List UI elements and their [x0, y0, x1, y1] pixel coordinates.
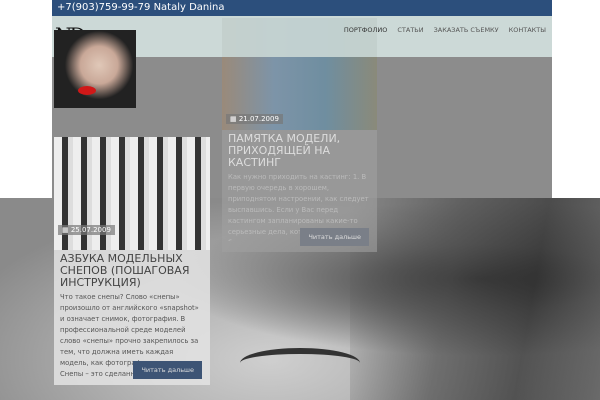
post-title[interactable]: ПАМЯТКА МОДЕЛИ, ПРИХОДЯЩЕЙ НА КАСТИНГ [222, 130, 377, 169]
read-more-button[interactable]: Читать дальше [300, 228, 369, 246]
model-portrait [54, 30, 136, 108]
nav-articles[interactable]: СТАТЬИ [397, 26, 423, 34]
nav-portfolio[interactable]: ПОРТФОЛИО [344, 26, 387, 34]
post-title[interactable]: АЗБУКА МОДЕЛЬНЫХ СНЕПОВ (ПОШАГОВАЯ ИНСТР… [54, 250, 210, 289]
post-date: ▦ 25.07.2009 [58, 225, 115, 235]
post-date: ▦ 21.07.2009 [226, 114, 283, 124]
nav-order-shoot[interactable]: ЗАКАЗАТЬ СЪЕМКУ [434, 26, 499, 34]
nav-contacts[interactable]: КОНТАКТЫ [509, 26, 546, 34]
post-card: ▦ 25.07.2009 АЗБУКА МОДЕЛЬНЫХ СНЕПОВ (ПО… [54, 137, 210, 385]
read-more-button[interactable]: Читать дальше [133, 361, 202, 379]
contact-bar: +7(903)759-99-79 Nataly Danina [52, 0, 552, 16]
